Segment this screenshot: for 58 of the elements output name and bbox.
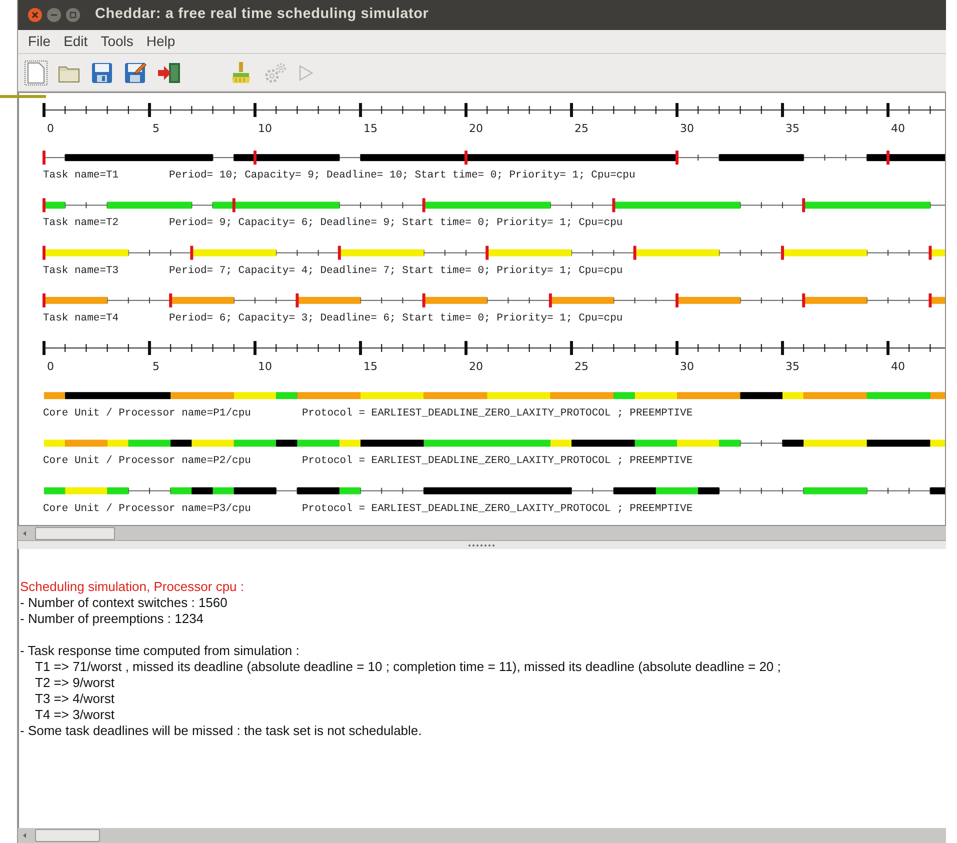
processor-name-label: Core Unit / Processor name=P2/cpu <box>43 455 251 468</box>
horizontal-scrollbar[interactable] <box>18 526 946 541</box>
window-title: Cheddar: a free real time scheduling simulator <box>95 5 429 24</box>
axis-label: 10 <box>258 360 272 373</box>
axis-label: 5 <box>152 360 160 373</box>
task-parameters-label: Period= 6; Capacity= 3; Deadline= 6; Start time= 0; Priority= 1; Cpu=cpu <box>169 312 623 324</box>
protocol-label: Protocol = EARLIEST_DEADLINE_ZERO_LAXITY_PROTOCOL ; PREEMPTIVE <box>302 408 693 420</box>
menu-item[interactable]: Tools <box>100 31 134 52</box>
maximize-icon[interactable] <box>66 8 80 22</box>
axis-label: 30 <box>680 122 694 135</box>
output-line: T4 => 3/worst <box>34 707 114 723</box>
minimize-icon[interactable] <box>47 8 61 22</box>
task-name-label: Task name=T3 <box>43 264 119 277</box>
menu-item[interactable]: Edit <box>64 31 88 52</box>
axis-label: 20 <box>469 360 483 373</box>
scrollbar-thumb[interactable] <box>35 829 100 842</box>
new-document-icon[interactable] <box>24 60 48 86</box>
menu-item[interactable]: Help <box>146 31 176 52</box>
horizontal-scrollbar[interactable] <box>18 828 946 843</box>
axis-label: 25 <box>574 360 588 373</box>
broom-icon[interactable] <box>229 60 253 84</box>
processor-name-label: Core Unit / Processor name=P1/cpu <box>43 408 251 420</box>
axis-label: 5 <box>152 122 160 135</box>
menu-item[interactable]: File <box>28 31 51 52</box>
task-parameters-label: Period= 9; Capacity= 6; Deadline= 9; Start time= 0; Priority= 1; Cpu=cpu <box>169 217 623 230</box>
axis-label: 25 <box>574 122 588 135</box>
axis-label: 0 <box>47 122 54 135</box>
output-line: T3 => 4/worst <box>34 691 114 707</box>
output-line: - Task response time computed from simulation : <box>20 643 300 659</box>
output-line: - Some task deadlines will be missed : the task set is not schedulable. <box>20 723 422 739</box>
output-heading: Scheduling simulation, Processor cpu : <box>20 579 244 595</box>
splitter-grip-icon[interactable] <box>468 544 496 546</box>
floppy-pencil-icon[interactable] <box>123 60 147 84</box>
protocol-label: Protocol = EARLIEST_DEADLINE_ZERO_LAXITY_PROTOCOL ; PREEMPTIVE <box>302 502 693 515</box>
task-parameters-label: Period= 10; Capacity= 9; Deadline= 10; Start time= 0; Priority= 1; Cpu=cpu <box>169 170 636 182</box>
axis-label: 0 <box>47 360 54 373</box>
task-name-label: Task name=T2 <box>43 217 119 230</box>
axis-label: 40 <box>891 360 905 373</box>
axis-label: 40 <box>891 122 905 135</box>
protocol-label: Protocol = EARLIEST_DEADLINE_ZERO_LAXITY_PROTOCOL ; PREEMPTIVE <box>302 455 693 468</box>
output-line: - Number of preemptions : 1234 <box>20 611 204 627</box>
door-arrow-icon[interactable] <box>156 60 182 84</box>
axis-label: 30 <box>680 360 694 373</box>
axis-label: 35 <box>786 122 800 135</box>
axis-label: 15 <box>364 360 378 373</box>
axis-label: 35 <box>786 360 800 373</box>
output-line: T2 => 9/worst <box>34 675 114 691</box>
axis-label: 15 <box>364 122 378 135</box>
task-name-label: Task name=T4 <box>43 312 119 324</box>
close-icon[interactable] <box>28 8 42 22</box>
axis-label: 10 <box>258 122 272 135</box>
processor-name-label: Core Unit / Processor name=P3/cpu <box>43 502 251 515</box>
axis-label: 20 <box>469 122 483 135</box>
scrollbar-thumb[interactable] <box>35 526 115 540</box>
output-line: - Number of context switches : 1560 <box>20 595 228 611</box>
output-line: T1 => 71/worst , missed its deadline (absolute deadline = 10 ; completion time = 11), missed its deadline (absolute deadline = 20 ; <box>34 659 781 675</box>
task-parameters-label: Period= 7; Capacity= 4; Deadline= 7; Start time= 0; Priority= 1; Cpu=cpu <box>169 264 623 277</box>
task-name-label: Task name=T1 <box>43 170 119 182</box>
